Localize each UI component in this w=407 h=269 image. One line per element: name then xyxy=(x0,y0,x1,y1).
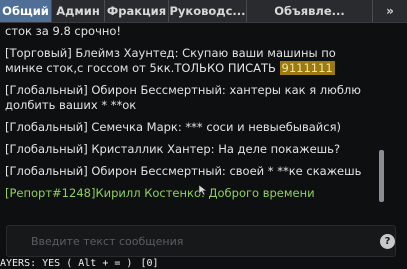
layers-status: AYERS: YES ( Alt + = ) xyxy=(0,258,133,269)
chat-scrollbar-thumb[interactable] xyxy=(379,150,384,202)
chat-message: [Глобальный] Семечка Марк: *** соси и не… xyxy=(5,120,341,134)
tab-admin[interactable]: Админ xyxy=(52,0,105,22)
chat-log[interactable]: сток за 9.8 срочно! [Торговый] Блеймз Ха… xyxy=(0,24,372,224)
question-circle-icon[interactable]: ? xyxy=(380,234,395,249)
layers-count: [0] xyxy=(140,258,159,269)
chat-tab-bar: Общий Админ Фракция Руководс... Объявле.… xyxy=(0,0,407,23)
message-input[interactable] xyxy=(9,228,364,254)
report-message: [Репорт#1248]Кирилл Костенко: Доброго вр… xyxy=(5,186,315,200)
mouse-cursor-icon xyxy=(198,181,208,196)
tab-faction[interactable]: Фракция xyxy=(105,0,169,22)
chat-message: сток за 9.8 срочно! xyxy=(5,24,122,38)
chat-message: [Глобальный] Обирон Бессмертный: хантеры… xyxy=(5,83,361,112)
tab-leadership[interactable]: Руководс... xyxy=(169,0,247,22)
message-input-box: ? xyxy=(6,225,396,257)
status-line: AYERS: YES ( Alt + = ) [0] xyxy=(0,258,407,269)
tabs-more-button[interactable]: » xyxy=(373,0,407,22)
chat-message: [Глобальный] Кристаллик Хантер: На деле … xyxy=(5,142,341,156)
tab-general[interactable]: Общий xyxy=(0,0,52,22)
tab-announcements[interactable]: Объявле... xyxy=(247,0,373,22)
phone-number-highlight: 9111111 xyxy=(279,61,335,75)
chat-message: [Глобальный] Обирон Бессмертный: своей *… xyxy=(5,164,362,178)
chat-message: [Торговый] Блеймз Хаунтед: Скупаю ваши м… xyxy=(5,46,372,76)
